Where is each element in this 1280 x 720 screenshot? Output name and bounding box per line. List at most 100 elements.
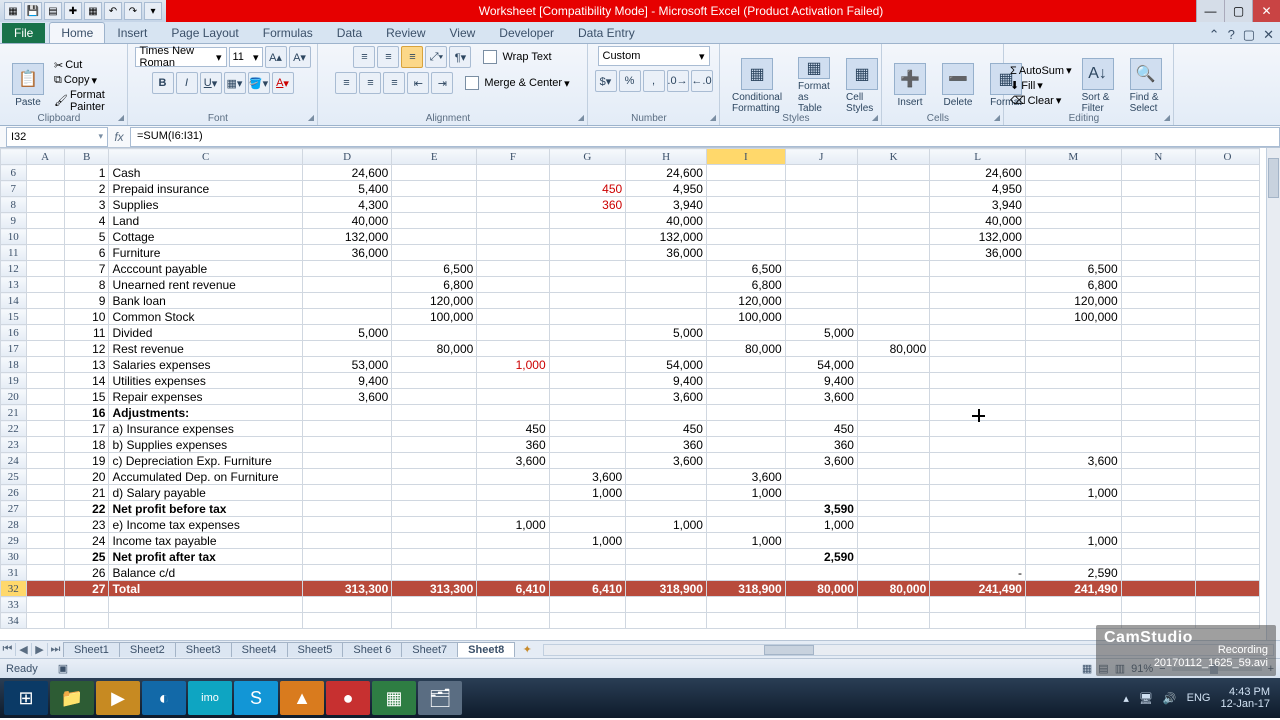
insert-cells-button[interactable]: ➕Insert [888, 54, 932, 118]
row-header[interactable]: 19 [1, 373, 27, 389]
row-header[interactable]: 24 [1, 453, 27, 469]
sheet-nav-last-icon[interactable]: ⏭ [48, 643, 64, 656]
cell[interactable] [1121, 581, 1195, 597]
cell[interactable] [477, 341, 549, 357]
cell[interactable] [785, 565, 857, 581]
cell[interactable] [930, 357, 1026, 373]
cell[interactable]: 132,000 [302, 229, 391, 245]
cell[interactable] [1025, 325, 1121, 341]
sheet-nav-next-icon[interactable]: ▶ [32, 643, 48, 656]
cell[interactable]: 53,000 [302, 357, 391, 373]
cell[interactable]: 5,400 [302, 181, 391, 197]
cell[interactable]: Divided [109, 325, 303, 341]
cell[interactable] [785, 277, 857, 293]
cell[interactable]: 318,900 [626, 581, 707, 597]
cell[interactable] [1196, 341, 1260, 357]
cell[interactable]: 36,000 [302, 245, 391, 261]
cell[interactable] [785, 309, 857, 325]
cell[interactable] [785, 261, 857, 277]
cell[interactable] [1196, 549, 1260, 565]
cell[interactable]: 26 [64, 565, 109, 581]
cell[interactable] [1121, 565, 1195, 581]
cell[interactable] [626, 485, 707, 501]
cell[interactable] [1121, 165, 1195, 181]
cell[interactable] [1025, 213, 1121, 229]
cell[interactable] [477, 261, 549, 277]
wrap-text-checkbox[interactable] [483, 50, 497, 64]
cell[interactable]: 24 [64, 533, 109, 549]
cell[interactable] [477, 245, 549, 261]
cell[interactable]: 11 [64, 325, 109, 341]
cell[interactable]: 3,940 [626, 197, 707, 213]
cell[interactable] [26, 165, 64, 181]
cell[interactable] [1025, 517, 1121, 533]
cell[interactable] [392, 549, 477, 565]
border-button[interactable]: ▦▾ [224, 72, 246, 94]
cell[interactable] [930, 405, 1026, 421]
cell[interactable] [857, 421, 929, 437]
tab-data[interactable]: Data [325, 22, 374, 43]
cell[interactable] [706, 565, 785, 581]
tab-insert[interactable]: Insert [105, 22, 159, 43]
cell[interactable]: 6,500 [706, 261, 785, 277]
cell[interactable]: 18 [64, 437, 109, 453]
cell[interactable] [1196, 453, 1260, 469]
cell[interactable] [706, 181, 785, 197]
cell[interactable] [1196, 501, 1260, 517]
cell[interactable] [626, 293, 707, 309]
cell[interactable] [477, 197, 549, 213]
cell[interactable] [302, 597, 391, 613]
cell[interactable]: 360 [626, 437, 707, 453]
file-explorer-icon[interactable]: 📁 [50, 681, 94, 715]
cell[interactable] [930, 613, 1026, 629]
row-header[interactable]: 16 [1, 325, 27, 341]
cell[interactable] [109, 613, 303, 629]
cell[interactable] [549, 373, 626, 389]
cell[interactable]: 5,000 [302, 325, 391, 341]
cell[interactable] [1196, 581, 1260, 597]
cell[interactable] [1196, 405, 1260, 421]
formula-input[interactable]: =SUM(I6:I31) [130, 127, 1280, 147]
cell[interactable]: 3,940 [930, 197, 1026, 213]
cell[interactable] [477, 597, 549, 613]
view-normal-icon[interactable]: ▦ [1082, 662, 1092, 675]
cell[interactable]: 7 [64, 261, 109, 277]
cell[interactable]: - [930, 565, 1026, 581]
format-painter-button[interactable]: 🖌 Format Painter [54, 89, 121, 113]
qat-more-icon[interactable]: ▾ [144, 2, 162, 20]
underline-button[interactable]: U▾ [200, 72, 222, 94]
cell[interactable]: Total [109, 581, 303, 597]
cell[interactable] [1121, 229, 1195, 245]
cell[interactable] [626, 565, 707, 581]
bold-button[interactable]: B [152, 72, 174, 94]
cell[interactable] [302, 565, 391, 581]
cell[interactable] [785, 597, 857, 613]
cell[interactable] [26, 277, 64, 293]
cell[interactable] [392, 597, 477, 613]
cell[interactable] [857, 373, 929, 389]
qat-icon[interactable]: ▤ [44, 2, 62, 20]
cell[interactable] [549, 165, 626, 181]
cell[interactable]: 15 [64, 389, 109, 405]
cell[interactable] [1121, 309, 1195, 325]
row-header[interactable]: 28 [1, 517, 27, 533]
cell[interactable] [392, 389, 477, 405]
cell[interactable]: 313,300 [302, 581, 391, 597]
help-icon[interactable]: ? [1228, 27, 1235, 43]
cell[interactable]: 1,000 [706, 485, 785, 501]
cell[interactable] [857, 213, 929, 229]
macro-record-icon[interactable]: ▣ [58, 662, 68, 675]
cell[interactable] [549, 229, 626, 245]
cell[interactable] [549, 261, 626, 277]
accounting-format-icon[interactable]: $▾ [595, 70, 617, 92]
paste-button[interactable]: 📋Paste [6, 54, 50, 118]
find-select-button[interactable]: 🔍Find & Select [1124, 54, 1168, 118]
wmplayer-icon[interactable]: ▶ [96, 681, 140, 715]
cell[interactable] [706, 613, 785, 629]
cell[interactable] [392, 197, 477, 213]
cell[interactable] [857, 325, 929, 341]
clear-button[interactable]: ⌫ Clear ▾ [1010, 94, 1072, 107]
cell[interactable]: 6,410 [477, 581, 549, 597]
sheet-tab[interactable]: Sheet8 [457, 642, 515, 657]
cell[interactable] [26, 261, 64, 277]
